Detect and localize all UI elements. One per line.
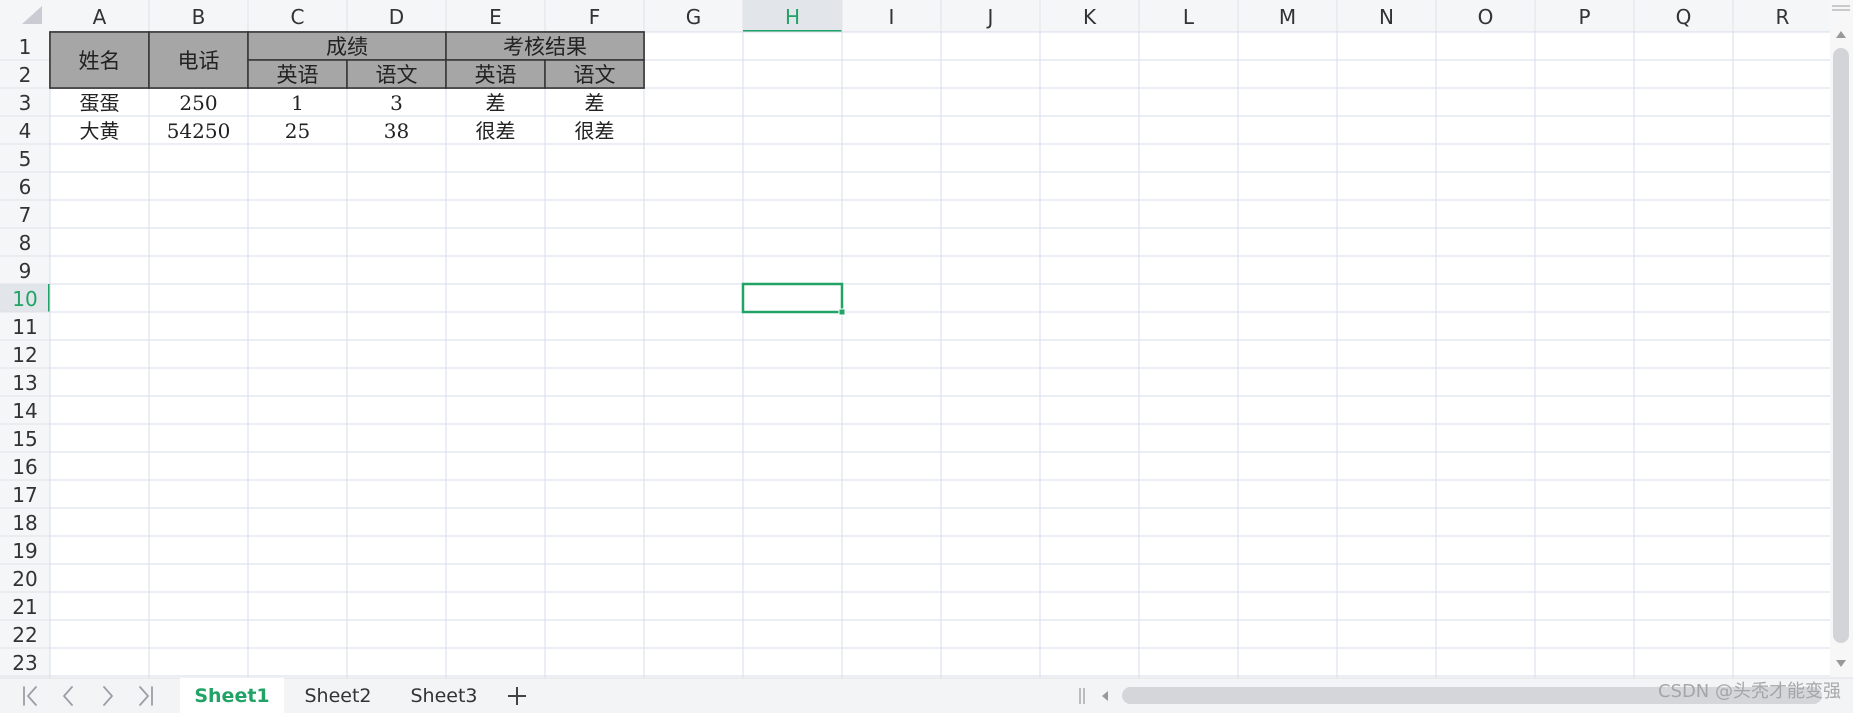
svg-text:很差: 很差 <box>476 119 516 143</box>
sheet-tab-bar: Sheet1 Sheet2 Sheet3 <box>0 677 1853 713</box>
column-header-H[interactable]: H <box>743 0 843 32</box>
cell-A3[interactable]: 蛋蛋 <box>80 91 120 115</box>
svg-text:4: 4 <box>19 119 32 143</box>
svg-text:Sheet2: Sheet2 <box>304 685 371 707</box>
svg-text:I: I <box>889 5 895 29</box>
svg-text:21: 21 <box>12 595 37 619</box>
svg-text:Sheet3: Sheet3 <box>410 685 477 707</box>
svg-text:差: 差 <box>585 91 605 115</box>
svg-text:8: 8 <box>19 231 32 255</box>
svg-text:38: 38 <box>384 119 409 143</box>
svg-text:N: N <box>1379 5 1394 29</box>
svg-text:19: 19 <box>12 539 37 563</box>
svg-text:Sheet1: Sheet1 <box>194 685 269 707</box>
svg-text:英语: 英语 <box>475 63 517 87</box>
cell-E3[interactable]: 差 <box>486 91 506 115</box>
svg-text:10: 10 <box>12 287 37 311</box>
cell-D4[interactable]: 38 <box>384 119 409 143</box>
cell-A1-name-header[interactable]: 姓名 <box>49 31 150 89</box>
svg-text:16: 16 <box>12 455 37 479</box>
svg-text:250: 250 <box>179 91 217 115</box>
cell-D3[interactable]: 3 <box>390 91 403 115</box>
spreadsheet-grid[interactable]: A B C D E F G H I J K L M N O P Q R1234567891011121314151… <box>0 0 1853 713</box>
svg-text:考核结果: 考核结果 <box>503 35 587 59</box>
svg-text:差: 差 <box>486 91 506 115</box>
svg-text:很差: 很差 <box>575 119 615 143</box>
svg-text:F: F <box>589 5 601 29</box>
cell-E2-subheader[interactable]: 英语 <box>445 59 546 89</box>
svg-text:6: 6 <box>19 175 32 199</box>
svg-text:54250: 54250 <box>167 119 231 143</box>
svg-text:7: 7 <box>19 203 32 227</box>
table-header-block: 姓名 电话 成绩 考核结果英语 语文 英语 语文 <box>49 31 645 89</box>
svg-text:语文: 语文 <box>376 63 418 87</box>
svg-text:O: O <box>1478 5 1494 29</box>
svg-text:Q: Q <box>1676 5 1692 29</box>
svg-text:成绩: 成绩 <box>326 35 368 59</box>
cell-A4[interactable]: 大黄 <box>80 119 120 143</box>
cell-B4[interactable]: 54250 <box>167 119 231 143</box>
svg-text:5: 5 <box>19 147 32 171</box>
svg-text:M: M <box>1279 5 1296 29</box>
svg-text:1: 1 <box>291 91 304 115</box>
svg-text:1: 1 <box>19 35 32 59</box>
cell-E4[interactable]: 很差 <box>476 119 516 143</box>
sheet-tab-sheet3[interactable]: Sheet3 <box>410 685 477 707</box>
svg-text:A: A <box>93 5 107 29</box>
svg-text:大黄: 大黄 <box>80 119 120 143</box>
cell-D2-subheader[interactable]: 语文 <box>346 59 447 89</box>
svg-text:E: E <box>489 5 502 29</box>
svg-text:13: 13 <box>12 371 37 395</box>
svg-text:D: D <box>389 5 404 29</box>
svg-text:18: 18 <box>12 511 37 535</box>
cell-B1-phone-header[interactable]: 电话 <box>148 31 249 89</box>
cell-C1-scores-header[interactable]: 成绩 <box>247 31 447 61</box>
svg-text:英语: 英语 <box>277 63 319 87</box>
svg-text:C: C <box>291 5 305 29</box>
row-header-10[interactable]: 10 <box>0 284 50 313</box>
svg-text:14: 14 <box>12 399 37 423</box>
svg-text:电话: 电话 <box>178 49 220 73</box>
cell-F3[interactable]: 差 <box>585 91 605 115</box>
vertical-scroll-thumb[interactable] <box>1833 48 1849 643</box>
cell-C2-subheader[interactable]: 英语 <box>247 59 348 89</box>
svg-text:11: 11 <box>12 315 37 339</box>
svg-text:K: K <box>1083 5 1097 29</box>
svg-text:3: 3 <box>390 91 403 115</box>
cell-B3[interactable]: 250 <box>179 91 217 115</box>
cell-F4[interactable]: 很差 <box>575 119 615 143</box>
svg-text:9: 9 <box>19 259 32 283</box>
watermark-text: CSDN @头秃才能变强 <box>1657 681 1841 702</box>
svg-text:L: L <box>1183 5 1195 29</box>
vertical-scrollbar[interactable] <box>1830 0 1853 678</box>
svg-text:22: 22 <box>12 623 37 647</box>
svg-text:23: 23 <box>12 651 37 675</box>
cell-F2-subheader[interactable]: 语文 <box>544 59 645 89</box>
svg-text:B: B <box>192 5 206 29</box>
svg-text:J: J <box>986 5 994 29</box>
svg-text:语文: 语文 <box>574 63 616 87</box>
spreadsheet-window: A B C D E F G H I J K L M N O P Q R 1 2 3 4 5 6 7 8 9 10 11 12 13 14 15 1… <box>0 0 1853 713</box>
svg-text:R: R <box>1776 5 1790 29</box>
svg-text:12: 12 <box>12 343 37 367</box>
svg-text:15: 15 <box>12 427 37 451</box>
column-header-bar <box>0 0 1830 32</box>
svg-text:25: 25 <box>285 119 310 143</box>
sheet-tab-sheet1[interactable]: Sheet1 <box>180 678 284 713</box>
cell-C4[interactable]: 25 <box>285 119 310 143</box>
svg-text:G: G <box>686 5 702 29</box>
svg-text:P: P <box>1578 5 1590 29</box>
svg-text:3: 3 <box>19 91 32 115</box>
cell-C3[interactable]: 1 <box>291 91 304 115</box>
svg-text:20: 20 <box>12 567 37 591</box>
svg-text:姓名: 姓名 <box>79 49 121 73</box>
svg-text:蛋蛋: 蛋蛋 <box>80 91 120 115</box>
svg-text:2: 2 <box>19 63 32 87</box>
cell-E1-results-header[interactable]: 考核结果 <box>445 31 645 61</box>
svg-text:H: H <box>785 5 800 29</box>
svg-text:17: 17 <box>12 483 37 507</box>
sheet-tab-sheet2[interactable]: Sheet2 <box>304 685 371 707</box>
